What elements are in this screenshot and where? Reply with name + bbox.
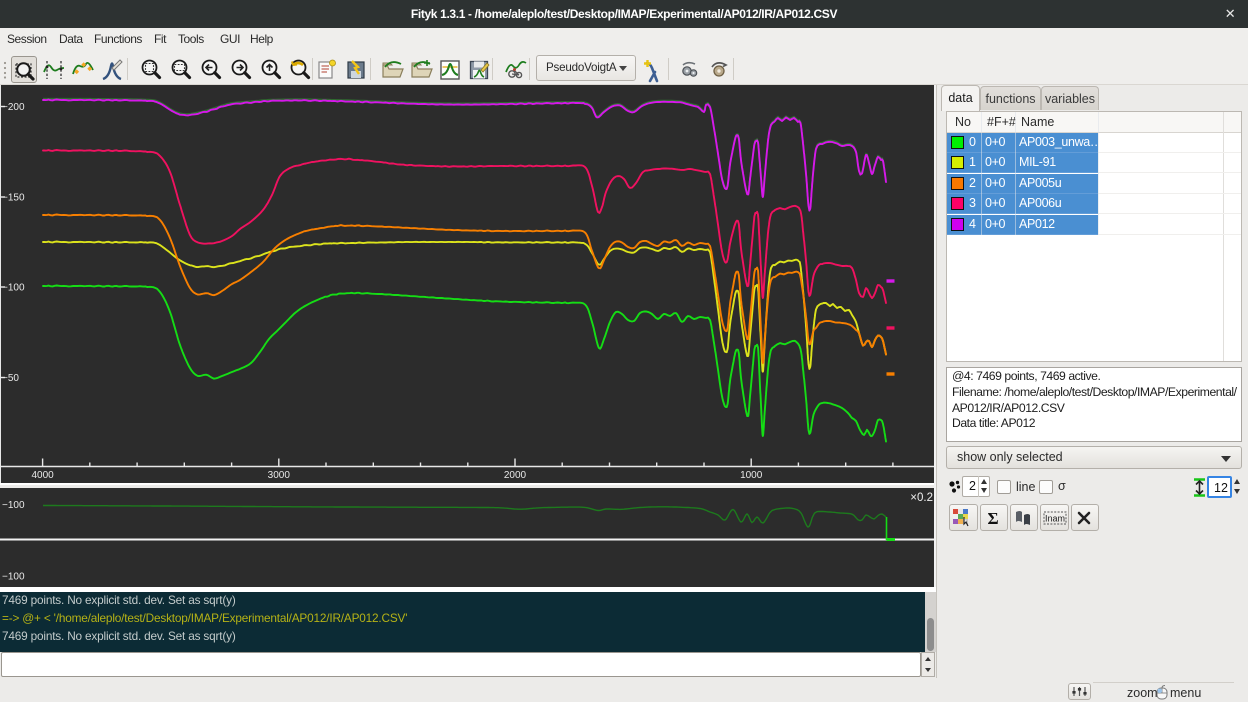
svg-text:×0.2: ×0.2: [910, 492, 933, 504]
svg-text:−150: −150: [2, 193, 25, 204]
svg-text:−100: −100: [2, 500, 25, 511]
svg-text:−100: −100: [2, 283, 25, 294]
svg-text:3000: 3000: [268, 470, 291, 481]
svg-text:4000: 4000: [31, 470, 54, 481]
svg-text:−200: −200: [2, 102, 25, 113]
svg-text:−50: −50: [2, 373, 19, 384]
svg-text:Σ: Σ: [987, 509, 998, 528]
svg-text:−100: −100: [2, 572, 25, 583]
svg-text:1000: 1000: [740, 470, 763, 481]
svg-text:2000: 2000: [504, 470, 527, 481]
svg-text:Inam: Inam: [1045, 514, 1065, 524]
